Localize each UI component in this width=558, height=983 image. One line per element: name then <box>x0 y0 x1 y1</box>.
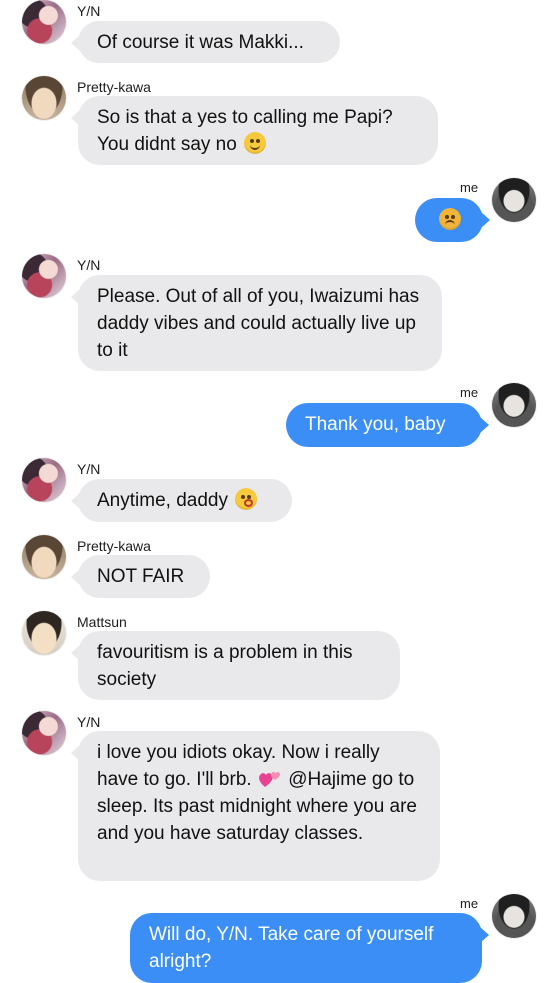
avatar-me[interactable] <box>492 383 536 427</box>
message-bubble-outgoing[interactable] <box>415 198 490 242</box>
avatar-mattsun[interactable] <box>22 611 66 655</box>
sender-name-me: me <box>460 896 479 911</box>
sender-name: Y/N <box>77 257 101 273</box>
two-hearts-icon <box>257 767 283 789</box>
sender-name: Pretty-kawa <box>77 538 151 554</box>
sender-name: Y/N <box>77 714 101 730</box>
angry-face-icon <box>439 208 461 230</box>
avatar-yn[interactable] <box>22 0 66 44</box>
message-bubble[interactable]: i love you idiots okay. Now i really hav… <box>71 731 440 881</box>
message-bubble[interactable]: NOT FAIR <box>71 555 210 598</box>
message-bubble[interactable]: Of course it was Makki... <box>71 21 340 63</box>
message-text: NOT FAIR <box>97 566 185 587</box>
avatar-yn[interactable] <box>22 254 66 298</box>
avatar-pretty-kawa[interactable] <box>22 535 66 579</box>
message-bubble[interactable]: favouritism is a problem in this society <box>71 631 400 700</box>
message-bubble[interactable]: Anytime, daddy <box>71 479 292 522</box>
message-bubble[interactable]: So is that a yes to calling me Papi? You… <box>71 96 438 165</box>
message-text: favouritism is a problem in this society <box>97 642 353 690</box>
message-text: Of course it was Makki... <box>97 32 304 53</box>
yum-face-icon <box>244 132 267 154</box>
sender-name: Y/N <box>77 461 101 477</box>
message-text: Will do, Y/N. Take care of yourself alri… <box>149 924 434 972</box>
message-bubble-outgoing[interactable]: Will do, Y/N. Take care of yourself alri… <box>130 913 489 983</box>
avatar-me[interactable] <box>492 178 536 222</box>
avatar-me[interactable] <box>492 894 536 938</box>
message-bubble[interactable]: Please. Out of all of you, Iwaizumi has … <box>71 275 442 371</box>
message-text: Thank you, baby <box>305 414 446 435</box>
avatar-yn[interactable] <box>22 711 66 755</box>
sender-name-me: me <box>460 385 479 400</box>
message-text: Anytime, daddy <box>97 490 228 511</box>
sender-name: Y/N <box>77 3 101 19</box>
avatar-pretty-kawa[interactable] <box>22 76 66 120</box>
message-bubble-outgoing[interactable]: Thank you, baby <box>286 403 489 447</box>
sender-name-me: me <box>460 180 479 195</box>
sender-name: Pretty-kawa <box>77 79 151 95</box>
avatar-yn[interactable] <box>22 458 66 502</box>
kissing-face-icon <box>235 488 258 510</box>
sender-name: Mattsun <box>77 614 127 630</box>
message-text: Please. Out of all of you, Iwaizumi has … <box>97 286 420 361</box>
